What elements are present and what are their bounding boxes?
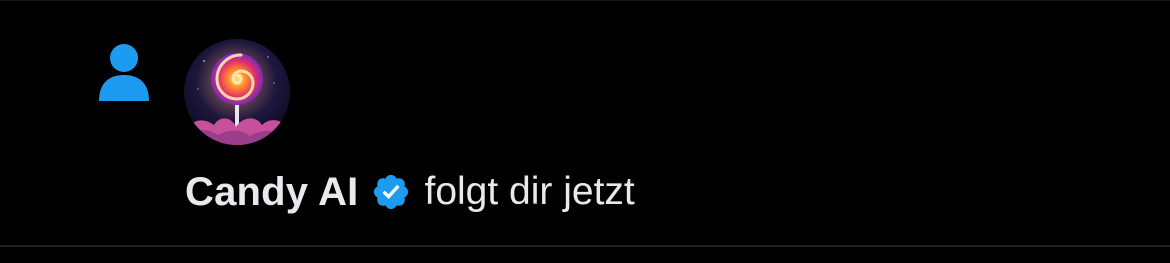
- account-name-link[interactable]: Candy AI: [185, 170, 358, 215]
- action-text: folgt dir jetzt: [424, 170, 635, 213]
- person-icon: [99, 44, 149, 101]
- verified-badge-icon: [374, 174, 409, 210]
- follow-notification[interactable]: Candy AI folgt dir jetzt: [0, 0, 1170, 247]
- avatar[interactable]: [184, 39, 290, 145]
- notification-text: Candy AI folgt dir jetzt: [185, 167, 635, 217]
